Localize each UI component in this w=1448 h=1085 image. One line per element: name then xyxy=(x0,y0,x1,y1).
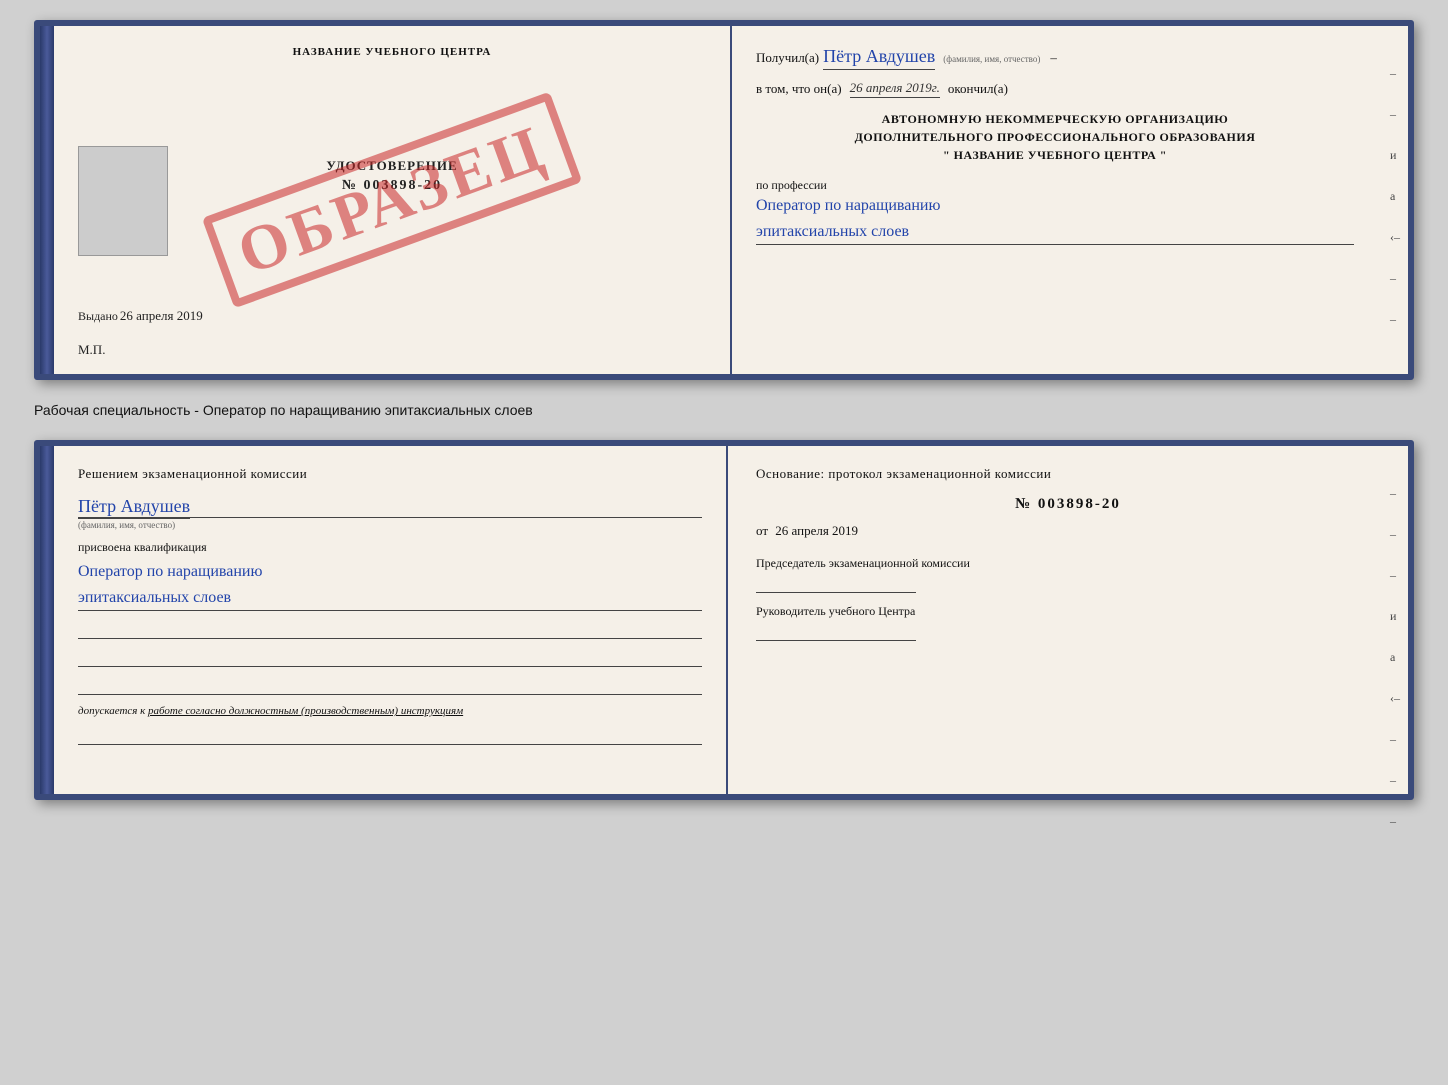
date-line: в том, что он(а) 26 апреля 2019г. окончи… xyxy=(756,80,1384,98)
issued-date: 26 апреля 2019 xyxy=(120,308,203,323)
bmark-6: ‹– xyxy=(1390,691,1400,706)
director-signature-line xyxy=(756,640,916,641)
bottom-qualification: Оператор по наращиваниюэпитаксиальных сл… xyxy=(78,559,702,611)
mark-5: ‹– xyxy=(1390,230,1400,245)
org-block: АВТОНОМНУЮ НЕКОММЕРЧЕСКУЮ ОРГАНИЗАЦИЮ ДО… xyxy=(756,110,1384,164)
mark-6: – xyxy=(1390,271,1400,286)
cert-label: УДОСТОВЕРЕНИЕ xyxy=(78,158,706,174)
document-container: НАЗВАНИЕ УЧЕБНОГО ЦЕНТРА УДОСТОВЕРЕНИЕ №… xyxy=(34,20,1414,800)
top-certificate: НАЗВАНИЕ УЧЕБНОГО ЦЕНТРА УДОСТОВЕРЕНИЕ №… xyxy=(34,20,1414,380)
issued-label: Выдано xyxy=(78,309,118,323)
bottom-recipient-name: Пётр Авдушев xyxy=(78,496,190,519)
org-line3: " НАЗВАНИЕ УЧЕБНОГО ЦЕНТРА " xyxy=(756,146,1354,164)
bmark-5: а xyxy=(1390,650,1400,665)
received-prefix: Получил(а) xyxy=(756,50,819,66)
photo-placeholder xyxy=(78,146,168,256)
mark-1: – xyxy=(1390,66,1400,81)
book-spine-bottom xyxy=(40,446,54,794)
bmark-4: и xyxy=(1390,609,1400,624)
obrazec-stamp: ОБРАЗЕЦ xyxy=(202,92,582,309)
mark-4: а xyxy=(1390,189,1400,204)
profession-block: по профессии Оператор по наращиваниюэпит… xyxy=(756,178,1384,245)
bottom-right-page: Основание: протокол экзаменационной коми… xyxy=(728,446,1408,794)
received-line: Получил(а) Пётр Авдушев (фамилия, имя, о… xyxy=(756,46,1384,70)
bmark-1: – xyxy=(1390,486,1400,501)
decision-text: Решением экзаменационной комиссии xyxy=(78,466,702,482)
from-date: 26 апреля 2019 xyxy=(775,523,858,538)
mark-2: – xyxy=(1390,107,1400,122)
допуск-text: допускается к работе согласно должностны… xyxy=(78,705,702,717)
org-line2: ДОПОЛНИТЕЛЬНОГО ПРОФЕССИОНАЛЬНОГО ОБРАЗО… xyxy=(756,128,1354,146)
book-spine-top xyxy=(40,26,54,374)
from-prefix: от xyxy=(756,523,768,538)
bmark-3: – xyxy=(1390,568,1400,583)
bottom-name-sublabel: (фамилия, имя, отчество) xyxy=(78,520,702,530)
bmark-2: – xyxy=(1390,527,1400,542)
bottom-left-page: Решением экзаменационной комиссии Пётр А… xyxy=(54,446,728,794)
underline-3 xyxy=(78,675,702,695)
completed-label: окончил(а) xyxy=(948,81,1008,97)
osnование-text: Основание: протокол экзаменационной коми… xyxy=(756,466,1380,482)
mark-3: и xyxy=(1390,148,1400,163)
recipient-name: Пётр Авдушев xyxy=(823,46,935,70)
separator-text: Рабочая специальность - Оператор по нара… xyxy=(34,398,1414,422)
from-date-line: от 26 апреля 2019 xyxy=(756,523,1380,539)
director-text: Руководитель учебного Центра xyxy=(756,603,1380,620)
profession-prefix: по профессии xyxy=(756,178,1354,193)
top-left-page: НАЗВАНИЕ УЧЕБНОГО ЦЕНТРА УДОСТОВЕРЕНИЕ №… xyxy=(54,26,732,374)
допуск-value: работе согласно должностным (производств… xyxy=(148,705,463,717)
top-right-page: Получил(а) Пётр Авдушев (фамилия, имя, о… xyxy=(732,26,1408,374)
bmark-7: – xyxy=(1390,732,1400,747)
top-left-title: НАЗВАНИЕ УЧЕБНОГО ЦЕНТРА xyxy=(78,46,706,58)
bmark-8: – xyxy=(1390,773,1400,788)
qualification-label: присвоена квалификация xyxy=(78,540,702,555)
org-line1: АВТОНОМНУЮ НЕКОММЕРЧЕСКУЮ ОРГАНИЗАЦИЮ xyxy=(756,110,1354,128)
name-sublabel: (фамилия, имя, отчество) xyxy=(943,54,1040,64)
cert-number: № 003898-20 xyxy=(78,178,706,194)
date-prefix: в том, что он(а) xyxy=(756,81,842,97)
chairman-text: Председатель экзаменационной комиссии xyxy=(756,555,1380,572)
separator-dash: – xyxy=(1050,50,1057,66)
right-margin-marks-bottom: – – – и а ‹– – – – xyxy=(1390,486,1400,829)
issued-line: Выдано26 апреля 2019 xyxy=(78,308,203,324)
mark-7: – xyxy=(1390,312,1400,327)
mp-label: М.П. xyxy=(78,342,105,358)
bottom-name-block: Пётр Авдушев xyxy=(78,496,702,518)
completion-date: 26 апреля 2019г. xyxy=(850,80,940,98)
underline-4 xyxy=(78,725,702,745)
bmark-9: – xyxy=(1390,814,1400,829)
bottom-certificate: Решением экзаменационной комиссии Пётр А… xyxy=(34,440,1414,800)
right-margin-marks-top: – – и а ‹– – – xyxy=(1390,66,1400,327)
protocol-number: № 003898-20 xyxy=(756,496,1380,513)
допуск-prefix: допускается к xyxy=(78,705,145,717)
underline-1 xyxy=(78,619,702,639)
chairman-signature-line xyxy=(756,592,916,593)
profession-value: Оператор по наращиваниюэпитаксиальных сл… xyxy=(756,193,1354,245)
cert-type-box: УДОСТОВЕРЕНИЕ № 003898-20 xyxy=(78,158,706,194)
underline-2 xyxy=(78,647,702,667)
